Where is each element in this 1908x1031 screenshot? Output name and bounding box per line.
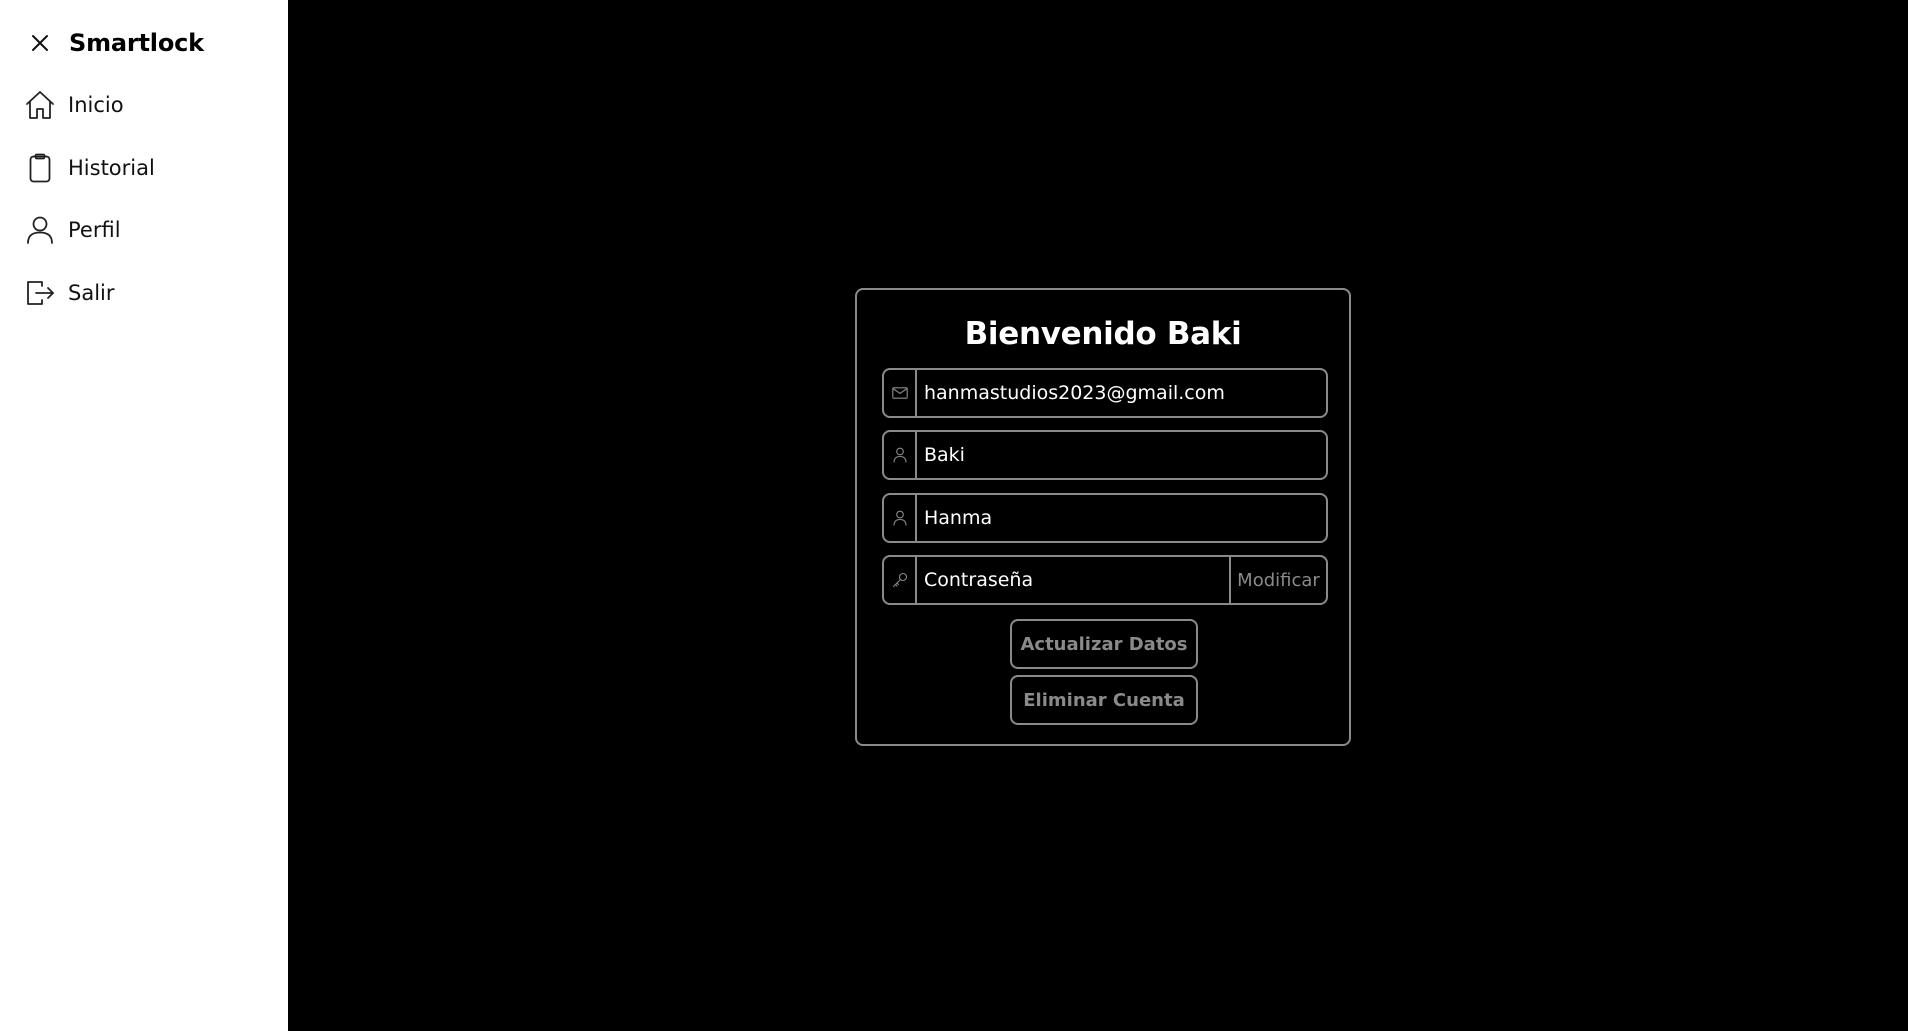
delete-account-button[interactable]: Eliminar Cuenta <box>1010 675 1198 725</box>
app-root: Smartlock Inicio Historial Perfil Salir … <box>0 0 1908 1031</box>
sidebar-header: Smartlock <box>26 26 204 60</box>
password-field[interactable]: Contraseña Modificar <box>882 555 1328 605</box>
sidebar-item-historial[interactable]: Historial <box>24 148 155 188</box>
first-name-value[interactable]: Baki <box>917 432 1326 478</box>
user-icon <box>24 214 56 246</box>
sidebar-item-label: Perfil <box>68 218 121 242</box>
mail-icon <box>884 370 917 416</box>
clipboard-icon <box>24 152 56 184</box>
close-icon[interactable] <box>26 29 54 57</box>
sidebar-item-inicio[interactable]: Inicio <box>24 85 124 125</box>
last-name-field[interactable]: Hanma <box>882 493 1328 543</box>
update-data-button[interactable]: Actualizar Datos <box>1010 619 1198 669</box>
page-title: Bienvenido Baki <box>964 316 1242 352</box>
first-name-field[interactable]: Baki <box>882 430 1328 480</box>
email-field[interactable]: hanmastudios2023@gmail.com <box>882 368 1328 418</box>
logout-icon <box>24 277 56 309</box>
last-name-value[interactable]: Hanma <box>917 495 1326 541</box>
modify-password-button[interactable]: Modificar <box>1229 557 1326 603</box>
password-value[interactable]: Contraseña <box>917 557 1229 603</box>
sidebar-item-label: Salir <box>68 281 115 305</box>
user-icon <box>884 432 917 478</box>
email-value[interactable]: hanmastudios2023@gmail.com <box>917 370 1326 416</box>
sidebar: Smartlock Inicio Historial Perfil Salir <box>0 0 288 1031</box>
sidebar-item-salir[interactable]: Salir <box>24 273 115 313</box>
profile-card: Bienvenido Baki hanmastudios2023@gmail.c… <box>855 288 1351 746</box>
sidebar-item-label: Inicio <box>68 93 124 117</box>
key-icon <box>884 557 917 603</box>
sidebar-item-perfil[interactable]: Perfil <box>24 210 121 250</box>
sidebar-item-label: Historial <box>68 156 155 180</box>
user-icon <box>884 495 917 541</box>
home-icon <box>24 89 56 121</box>
brand-title: Smartlock <box>69 29 204 57</box>
